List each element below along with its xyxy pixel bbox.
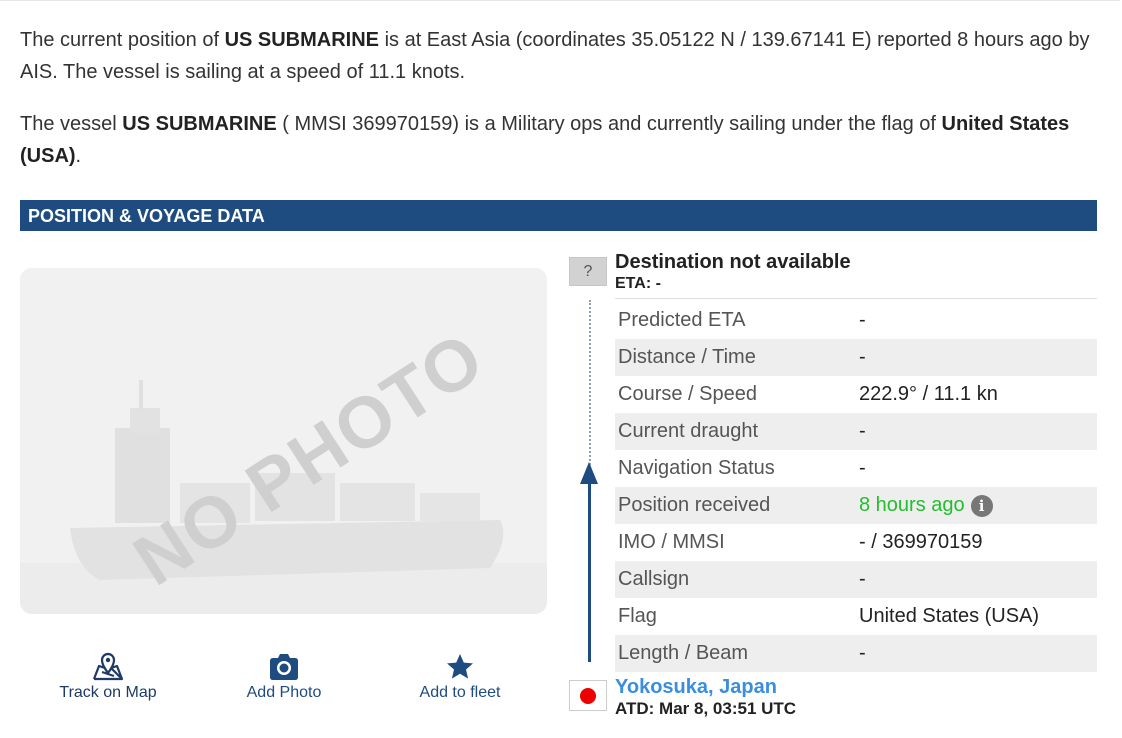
row-label: Distance / Time	[618, 346, 756, 368]
row-value: 222.9° / 11.1 kn	[859, 383, 998, 405]
table-row: Distance / Time -	[615, 339, 1097, 376]
map-pin-icon	[28, 652, 188, 682]
japan-flag-icon	[569, 680, 607, 711]
departure-time: ATD: Mar 8, 03:51 UTC	[615, 699, 797, 718]
add-photo-label: Add Photo	[246, 684, 322, 701]
summary-text: The current position of	[20, 29, 225, 51]
position-received-value: 8 hours ago	[859, 494, 965, 516]
position-summary: The current position of US SUBMARINE is …	[20, 24, 1105, 88]
unknown-destination-flag: ?	[569, 257, 607, 286]
summary-text: ( MMSI 369970159) is a Military ops and …	[276, 113, 942, 135]
top-divider	[0, 0, 1120, 1]
camera-icon	[204, 652, 364, 682]
info-icon[interactable]: i	[970, 494, 993, 517]
table-row: Predicted ETA -	[615, 302, 1097, 339]
table-row: Course / Speed 222.9° / 11.1 kn	[615, 376, 1097, 413]
row-label: Position received	[618, 494, 771, 516]
destination-title: Destination not available	[615, 251, 851, 273]
table-row: Navigation Status -	[615, 450, 1097, 487]
vessel-summary: The vessel US SUBMARINE ( MMSI 369970159…	[20, 108, 1105, 172]
table-row: Length / Beam -	[615, 635, 1097, 672]
row-label: Current draught	[618, 420, 759, 442]
section-header: POSITION & VOYAGE DATA	[20, 200, 1097, 231]
voyage-data-table: Predicted ETA - Distance / Time - Course…	[615, 302, 1097, 672]
row-value: United States (USA)	[859, 605, 1040, 627]
summary-text: .	[75, 145, 82, 167]
add-to-fleet-label: Add to fleet	[419, 684, 501, 701]
vessel-name: US SUBMARINE	[224, 29, 380, 51]
row-label: Navigation Status	[618, 457, 775, 479]
table-row: Flag United States (USA)	[615, 598, 1097, 635]
row-label: Predicted ETA	[618, 309, 746, 331]
vessel-photo-placeholder[interactable]: NO PHOTO	[20, 268, 547, 614]
row-label: IMO / MMSI	[618, 531, 725, 553]
departure-port-link[interactable]: Yokosuka, Japan	[615, 676, 777, 699]
row-value: -	[859, 309, 866, 331]
row-label: Flag	[618, 605, 657, 627]
row-value: -	[859, 642, 866, 664]
row-value: -	[859, 420, 866, 442]
destination-divider	[615, 298, 1097, 299]
add-to-fleet-button[interactable]: Add to fleet	[380, 652, 540, 702]
table-row: IMO / MMSI - / 369970159	[615, 524, 1097, 561]
track-on-map-button[interactable]: Track on Map	[28, 652, 188, 702]
add-photo-button[interactable]: Add Photo	[204, 652, 364, 702]
star-icon	[380, 652, 540, 682]
row-label: Callsign	[618, 568, 690, 590]
row-value: -	[859, 346, 866, 368]
summary-text: The vessel	[20, 113, 123, 135]
row-value: - / 369970159	[859, 531, 983, 553]
row-label: Course / Speed	[618, 383, 757, 405]
row-value: -	[859, 457, 866, 479]
table-row: Current draught -	[615, 413, 1097, 450]
vessel-name: US SUBMARINE	[122, 113, 277, 135]
track-on-map-label: Track on Map	[59, 684, 157, 701]
destination-eta: ETA: -	[615, 275, 661, 292]
table-row: Callsign -	[615, 561, 1097, 598]
route-remaining-line	[589, 300, 591, 468]
route-travelled-line	[588, 476, 591, 662]
table-row: Position received 8 hours ago i	[615, 487, 1097, 524]
row-label: Length / Beam	[618, 642, 749, 664]
row-value: -	[859, 568, 866, 590]
